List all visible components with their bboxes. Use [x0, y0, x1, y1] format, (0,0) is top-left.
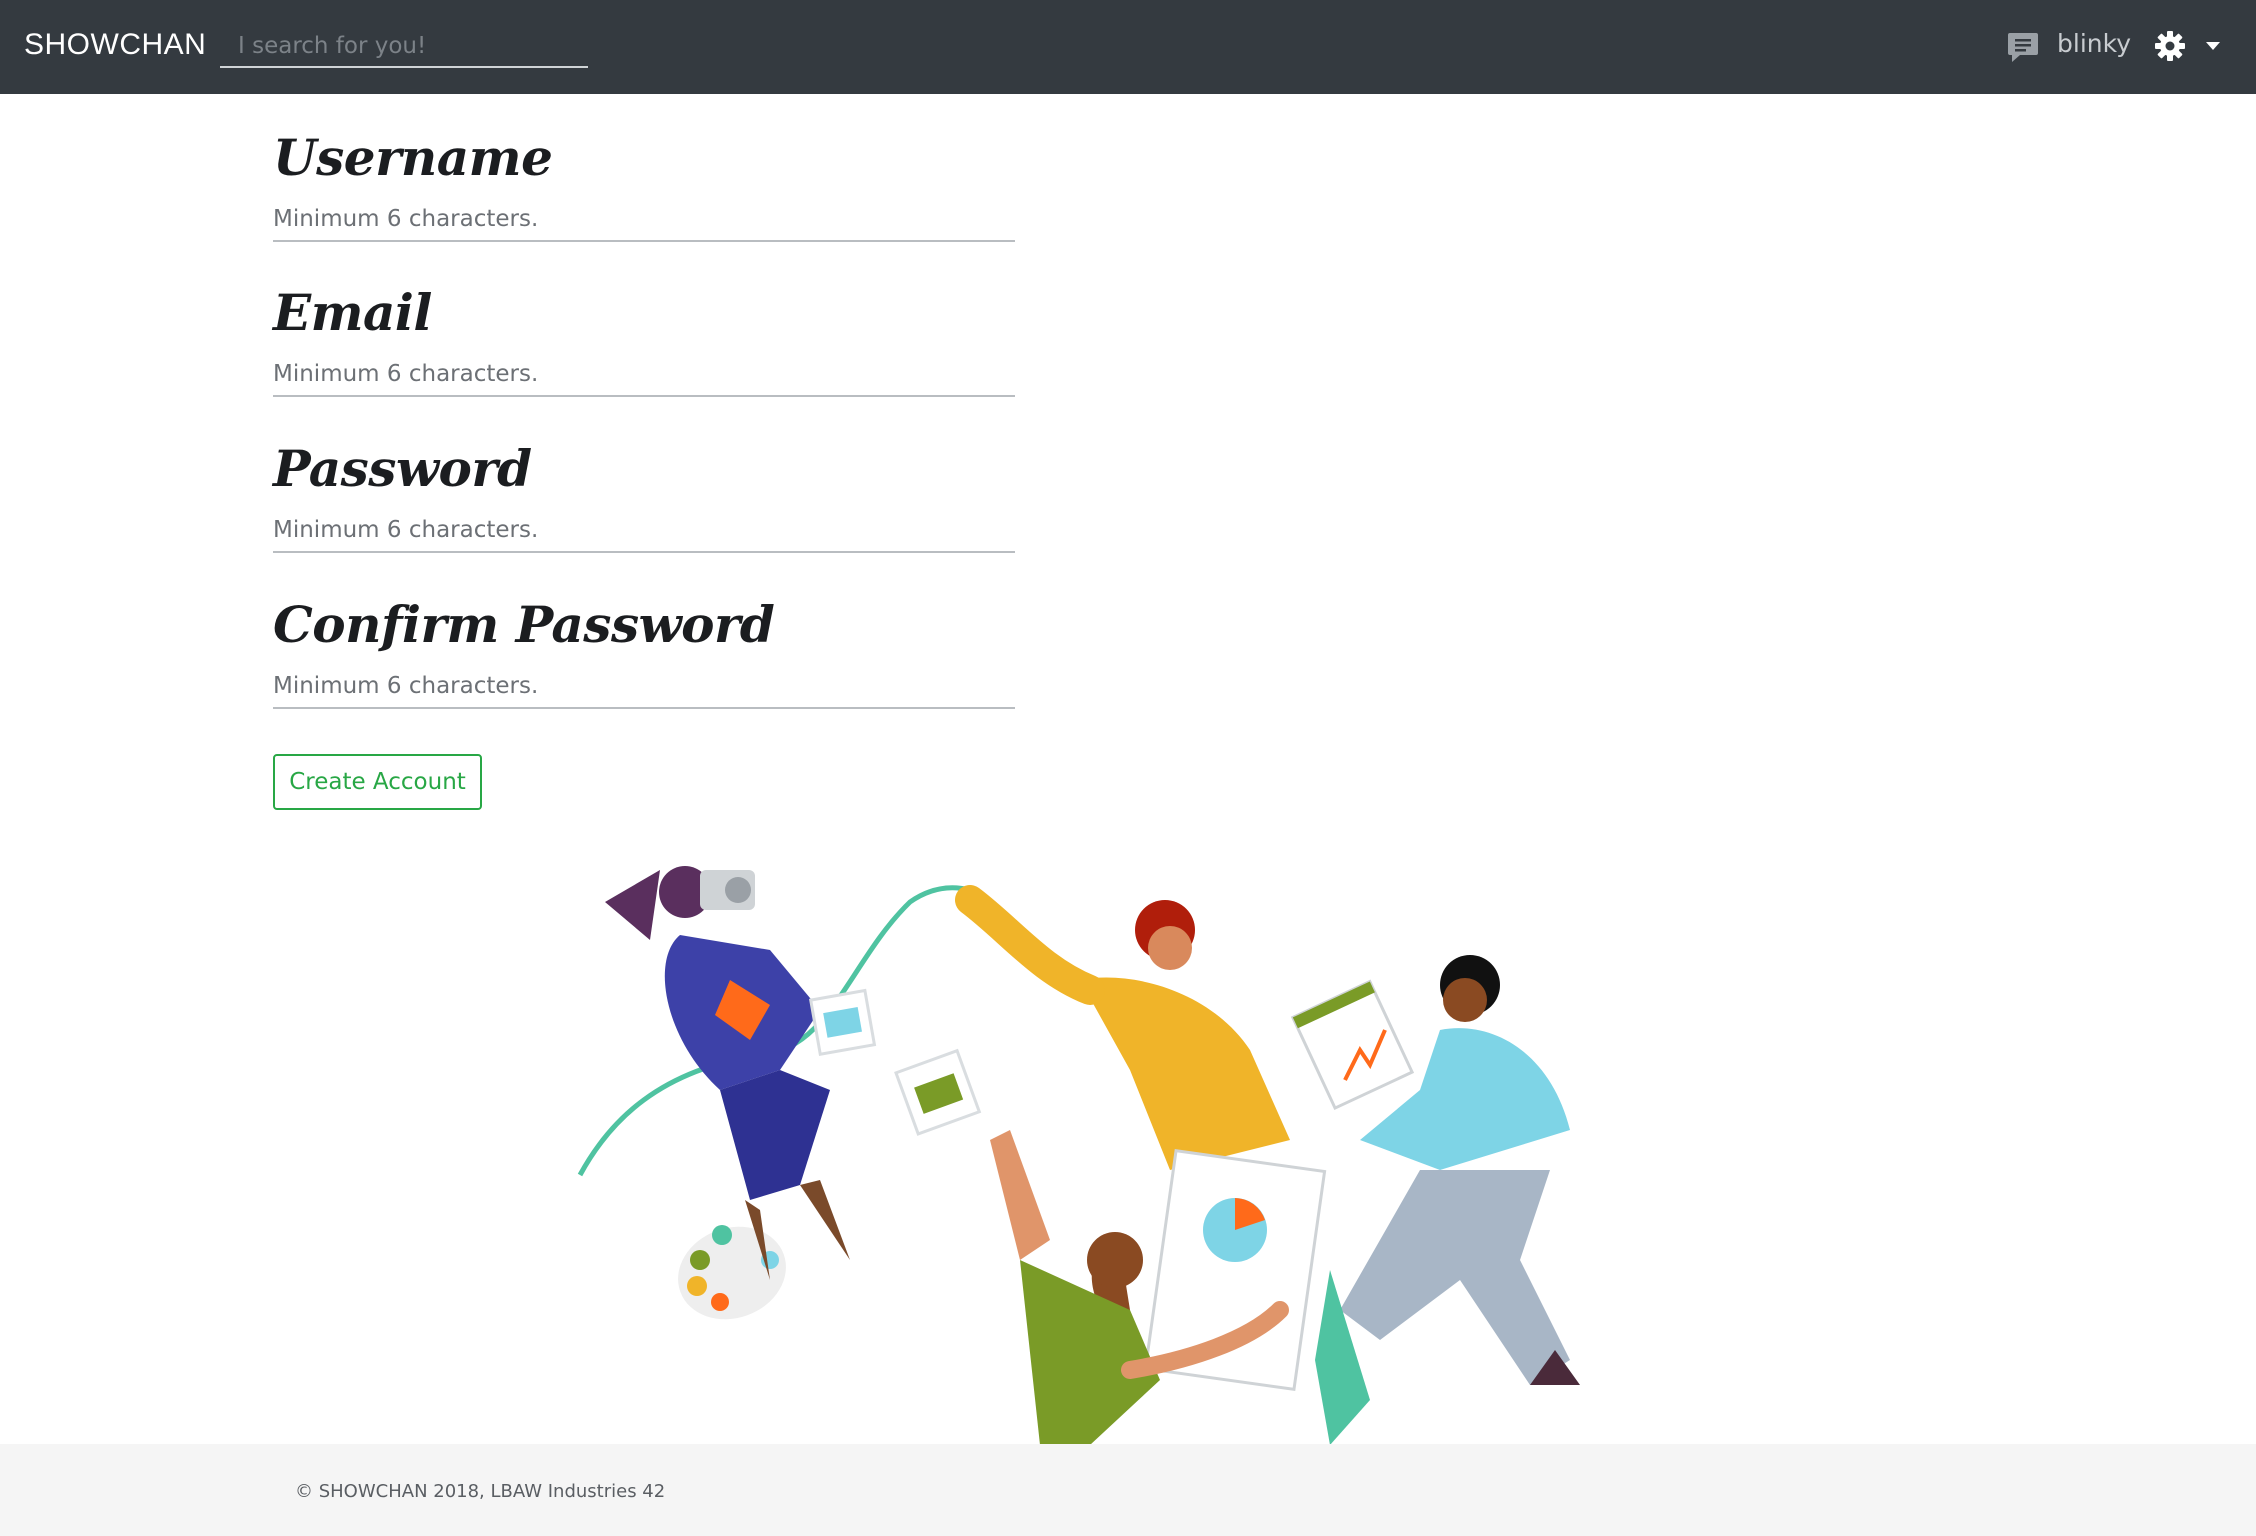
username-label: Username	[273, 128, 553, 187]
gear-icon	[2155, 31, 2185, 61]
email-field-group: Email	[273, 283, 1015, 403]
confirm-password-field-group: Confirm Password	[273, 595, 1015, 715]
settings-dropdown[interactable]	[2154, 28, 2220, 68]
username-input[interactable]	[273, 198, 1015, 242]
team-illustration	[577, 866, 1580, 1445]
footer: © SHOWCHAN 2018, LBAW Industries 42	[0, 1444, 2256, 1536]
create-account-button[interactable]: Create Account	[273, 754, 482, 810]
search-input[interactable]	[220, 26, 588, 68]
password-field-group: Password	[273, 439, 1015, 559]
brand-logo[interactable]: SHOWCHAN	[24, 28, 206, 62]
caret-down-icon	[2206, 42, 2220, 50]
password-input[interactable]	[273, 509, 1015, 553]
username-field-group: Username	[273, 128, 1015, 248]
email-label: Email	[273, 283, 432, 342]
navbar: SHOWCHAN blinky	[0, 0, 2256, 94]
copyright-text: © SHOWCHAN 2018, LBAW Industries 42	[295, 1481, 666, 1502]
confirm-password-input[interactable]	[273, 665, 1015, 709]
chat-icon[interactable]	[2006, 30, 2040, 64]
email-input[interactable]	[273, 353, 1015, 397]
password-label: Password	[273, 439, 532, 498]
confirm-password-label: Confirm Password	[273, 595, 775, 654]
user-name-link[interactable]: blinky	[2057, 29, 2131, 58]
